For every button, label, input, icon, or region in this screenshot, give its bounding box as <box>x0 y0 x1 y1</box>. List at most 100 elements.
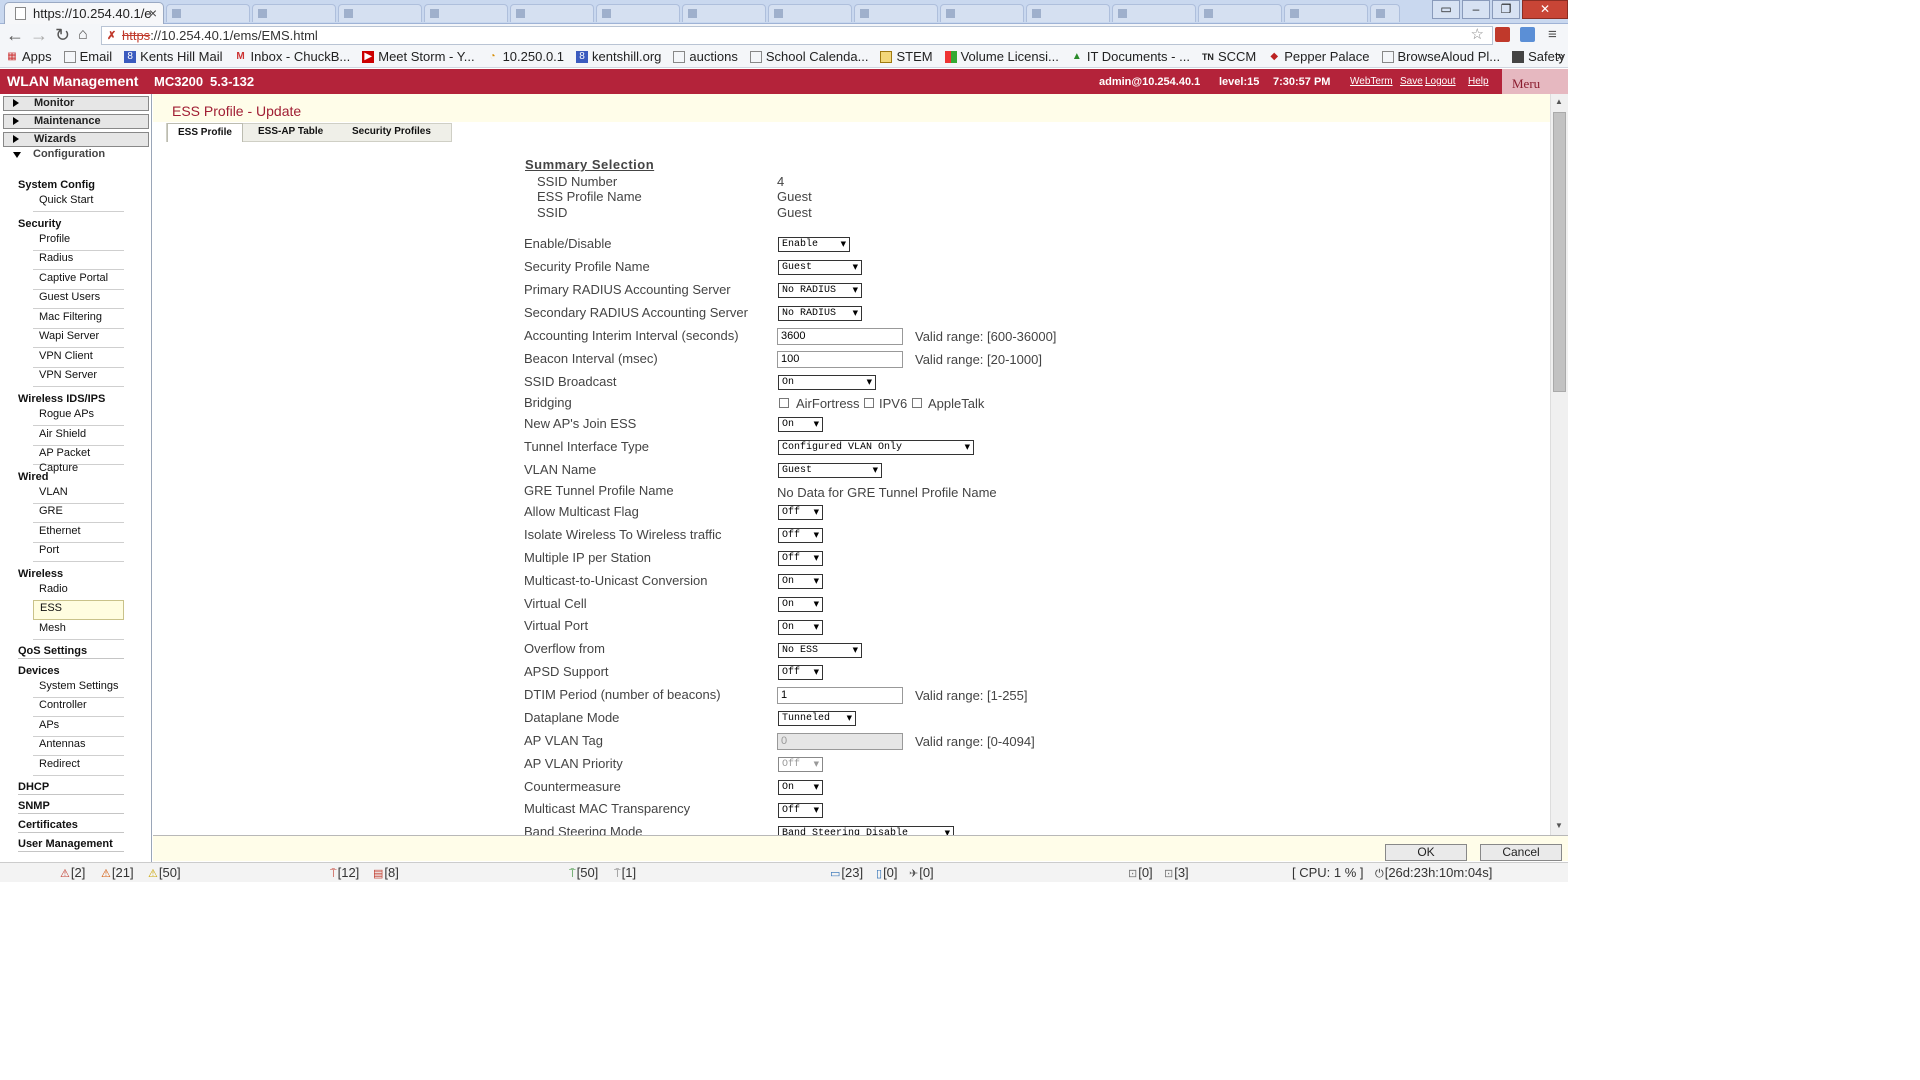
major-alarms[interactable]: ⚠[21] <box>101 865 134 880</box>
new-ap-join-select[interactable]: On <box>778 417 823 432</box>
sidebar-item-redirect[interactable]: Redirect <box>33 757 124 776</box>
isolate-wireless-select[interactable]: Off <box>778 528 823 543</box>
menu-monitor[interactable]: Monitor <box>3 96 149 111</box>
tunnel-type-select[interactable]: Configured VLAN Only <box>778 440 974 455</box>
address-bar[interactable]: ✗ https://10.254.40.1/ems/EMS.html ☆ <box>101 26 1493 45</box>
browser-tab[interactable] <box>338 4 422 22</box>
browser-tab[interactable] <box>252 4 336 22</box>
sidebar-item-vpn-server[interactable]: VPN Server <box>33 368 124 387</box>
bookmark-apps[interactable]: ▦ Apps <box>6 49 51 64</box>
sidebar-item-antennas[interactable]: Antennas <box>33 737 124 756</box>
back-icon[interactable]: ← <box>6 25 24 45</box>
menu-configuration[interactable]: Configuration <box>3 148 149 162</box>
user-icon[interactable]: ▭ <box>1432 0 1460 19</box>
vertical-scrollbar[interactable]: ▲ ▼ <box>1550 94 1568 835</box>
new-tab-button[interactable] <box>1370 4 1400 22</box>
group-wireless[interactable]: Wireless <box>18 568 63 580</box>
group-user-management[interactable]: User Management <box>18 838 124 852</box>
bookmark-star-icon[interactable]: ☆ <box>1471 26 1484 43</box>
scroll-down-icon[interactable]: ▼ <box>1555 821 1563 830</box>
browser-tab[interactable] <box>854 4 938 22</box>
tab-ess-profile[interactable]: ESS Profile <box>167 123 243 142</box>
sidebar-item-guest-users[interactable]: Guest Users <box>33 290 124 309</box>
security-profile-select[interactable]: Guest <box>778 260 862 275</box>
allow-multicast-select[interactable]: Off <box>778 505 823 520</box>
sidebar-item-ap-packet-capture[interactable]: AP Packet Capture <box>33 446 124 474</box>
aps-other[interactable]: ▤[8] <box>373 865 399 880</box>
bookmark[interactable]: TN SCCM <box>1202 49 1256 64</box>
browser-tab[interactable] <box>1112 4 1196 22</box>
cancel-button[interactable]: Cancel <box>1480 844 1562 861</box>
help-link[interactable]: Help <box>1468 76 1489 87</box>
ipv6-checkbox[interactable] <box>864 398 874 408</box>
sidebar-item-vlan[interactable]: VLAN <box>33 485 124 504</box>
dtim-period-input[interactable]: 1 <box>777 687 903 704</box>
group-wired[interactable]: Wired <box>18 471 48 483</box>
band-steering-select[interactable]: Band Steering Disable <box>778 826 954 835</box>
bookmark[interactable]: ▲ IT Documents - ... <box>1071 49 1190 64</box>
browser-tab[interactable] <box>1026 4 1110 22</box>
browser-tab[interactable] <box>510 4 594 22</box>
aps-up-other[interactable]: ⍑[1] <box>614 865 636 881</box>
sidebar-item-ethernet[interactable]: Ethernet <box>33 524 124 543</box>
logout-link[interactable]: Logout <box>1425 76 1456 87</box>
airfortress-checkbox[interactable] <box>779 398 789 408</box>
bookmark[interactable]: ◔ 10.250.0.1 <box>487 49 564 64</box>
sidebar-item-radio[interactable]: Radio <box>33 582 124 601</box>
sidebar-item-radius[interactable]: Radius <box>33 251 124 270</box>
vlan-name-select[interactable]: Guest <box>778 463 882 478</box>
virtual-cell-select[interactable]: On <box>778 597 823 612</box>
sidebar-item-controller[interactable]: Controller <box>33 698 124 717</box>
browser-tab[interactable] <box>682 4 766 22</box>
aps-up[interactable]: ⍑[50] <box>569 865 598 881</box>
browser-tab[interactable] <box>166 4 250 22</box>
group-dhcp[interactable]: DHCP <box>18 781 124 795</box>
group-snmp[interactable]: SNMP <box>18 800 124 814</box>
bookmark[interactable]: School Calenda... <box>749 49 868 64</box>
appletalk-checkbox[interactable] <box>912 398 922 408</box>
sidebar-item-vpn-client[interactable]: VPN Client <box>33 349 124 368</box>
bookmark[interactable]: 8 Kents Hill Mail <box>124 49 223 64</box>
primary-radius-select[interactable]: No RADIUS <box>778 283 862 298</box>
locks-alt[interactable]: ⊡[3] <box>1164 865 1189 880</box>
bookmark[interactable]: Email <box>63 49 112 64</box>
sidebar-item-aps[interactable]: APs <box>33 718 124 737</box>
overflow-from-select[interactable]: No ESS <box>778 643 862 658</box>
locks[interactable]: ⊡[0] <box>1128 865 1153 880</box>
group-system-config[interactable]: System Config <box>18 179 95 191</box>
scroll-thumb[interactable] <box>1553 112 1566 392</box>
webterm-link[interactable]: WebTerm <box>1350 76 1393 87</box>
secondary-radius-select[interactable]: No RADIUS <box>778 306 862 321</box>
bookmark[interactable]: Volume Licensi... <box>944 49 1059 64</box>
sidebar-item-wapi-server[interactable]: Wapi Server <box>33 329 124 348</box>
sidebar-item-air-shield[interactable]: Air Shield <box>33 427 124 446</box>
aps-down[interactable]: ⍑[12] <box>330 865 359 881</box>
scroll-up-icon[interactable]: ▲ <box>1555 97 1563 106</box>
bookmark[interactable]: BrowseAloud Pl... <box>1381 49 1500 64</box>
bookmark[interactable]: 8 kentshill.org <box>576 49 661 64</box>
group-security[interactable]: Security <box>18 218 61 230</box>
sidebar-item-mesh[interactable]: Mesh <box>33 621 124 640</box>
bookmark[interactable]: ◆ Pepper Palace <box>1268 49 1369 64</box>
apsd-support-select[interactable]: Off <box>778 665 823 680</box>
enable-select[interactable]: Enable <box>778 237 850 252</box>
virtual-port-select[interactable]: On <box>778 620 823 635</box>
critical-alarms[interactable]: ⚠[2] <box>60 865 85 880</box>
sidebar-item-ess[interactable]: ESS <box>33 600 124 620</box>
bookmark[interactable]: ▶ Meet Storm - Y... <box>362 49 475 64</box>
menu-icon[interactable]: ≡ <box>1548 25 1557 45</box>
phones[interactable]: ▯[0] <box>876 865 898 880</box>
bookmark[interactable]: STEM <box>880 49 933 64</box>
ap-vlan-priority-select[interactable]: Off <box>778 757 823 772</box>
browser-tab[interactable] <box>1198 4 1282 22</box>
menu-maintenance[interactable]: Maintenance <box>3 114 149 129</box>
menu-wizards[interactable]: Wizards <box>3 132 149 147</box>
close-tab-icon[interactable]: × <box>149 5 157 21</box>
sidebar-item-port[interactable]: Port <box>33 543 124 562</box>
clients[interactable]: ▭[23] <box>830 865 863 880</box>
sidebar-item-profile[interactable]: Profile <box>33 232 124 251</box>
browser-tab-active[interactable]: https://10.254.40.1/e × <box>4 2 164 24</box>
sidebar-item-mac-filtering[interactable]: Mac Filtering <box>33 310 124 329</box>
minor-alarms[interactable]: ⚠[50] <box>148 865 181 880</box>
close-window-icon[interactable]: ✕ <box>1522 0 1568 19</box>
